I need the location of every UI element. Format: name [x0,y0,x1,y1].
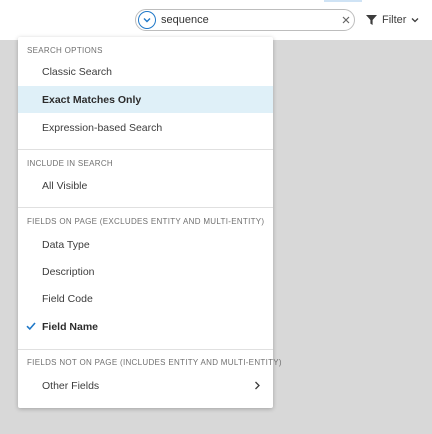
section-title-fields-on-page: FIELDS ON PAGE (EXCLUDES ENTITY AND MULT… [27,217,265,226]
search-options-menu: SEARCH OPTIONS Classic Search Exact Matc… [18,37,282,408]
section-title-search-options: SEARCH OPTIONS [27,46,103,55]
search-input[interactable] [161,12,331,28]
menu-item-label: All Visible [42,179,88,192]
chevron-down-icon [143,18,151,23]
check-icon [26,322,36,331]
menu-item-expression-based-search[interactable]: Expression-based Search [18,114,273,141]
menu-item-label: Data Type [42,238,90,251]
menu-item-description[interactable]: Description [18,258,273,285]
menu-item-label: Description [42,265,95,278]
menu-item-label: Other Fields [42,379,100,392]
section-divider [18,149,273,150]
filter-label: Filter [382,14,407,26]
menu-item-exact-matches-only[interactable]: Exact Matches Only [18,86,273,113]
menu-item-label: Classic Search [42,65,113,78]
menu-item-label: Field Code [42,292,93,305]
section-divider [18,349,273,350]
menu-item-label: Expression-based Search [42,121,163,134]
funnel-icon [366,15,377,25]
chevron-down-icon [411,18,419,23]
top-accent-bar [324,0,362,2]
filter-button[interactable]: Filter [366,10,419,30]
menu-item-label: Field Name [42,320,99,333]
search-options-toggle[interactable] [138,11,156,29]
menu-item-all-visible[interactable]: All Visible [18,172,273,199]
menu-item-other-fields[interactable]: Other Fields [18,372,273,399]
section-title-include-in-search: INCLUDE IN SEARCH [27,159,114,168]
menu-item-field-name[interactable]: Field Name [18,313,273,340]
menu-item-field-code[interactable]: Field Code [18,285,273,312]
menu-item-classic-search[interactable]: Classic Search [18,58,273,85]
section-divider [18,207,273,208]
menu-item-label: Exact Matches Only [42,93,142,106]
section-title-fields-not-on-page: FIELDS NOT ON PAGE (INCLUDES ENTITY AND … [27,358,282,367]
menu-item-data-type[interactable]: Data Type [18,231,273,258]
close-icon [342,16,350,24]
chevron-right-icon [255,381,260,390]
clear-search-button[interactable] [339,13,353,27]
